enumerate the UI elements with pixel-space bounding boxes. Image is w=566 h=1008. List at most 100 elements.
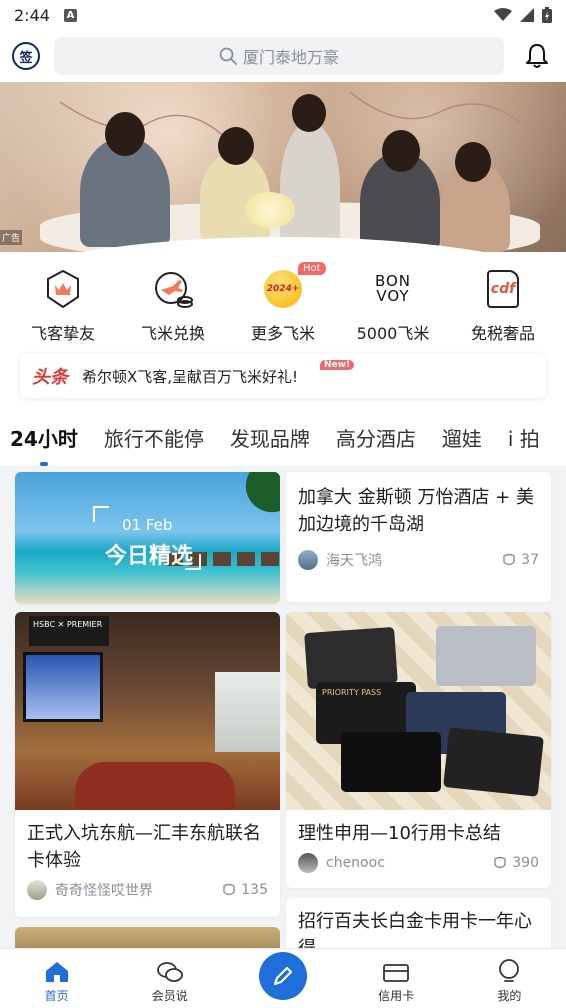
tab-hotels[interactable]: 高分酒店 xyxy=(336,423,416,452)
like-icon xyxy=(494,856,506,869)
nav-profile[interactable]: 我的 xyxy=(464,958,554,1004)
feed-card-daily-pick[interactable]: 01 Feb 今日精选 xyxy=(15,472,280,604)
pen-icon xyxy=(273,966,293,986)
status-bar: 2:44 A xyxy=(0,0,566,30)
card-img-4 xyxy=(341,732,441,792)
search-box[interactable]: 厦门泰地万豪 xyxy=(54,37,504,75)
like-icon xyxy=(503,553,515,566)
nav-label: 信用卡 xyxy=(378,989,415,1003)
status-time: 2:44 xyxy=(14,5,50,25)
profile-icon xyxy=(499,959,520,982)
card-img-2 xyxy=(436,626,536,686)
shortcut-row: 飞客挚友 飞米兑换 2024+ Hot 更多飞米 BON VOY 5000飞米 … xyxy=(0,252,566,352)
likes[interactable]: 390 xyxy=(492,855,539,871)
shortcut-more-miles[interactable]: 2024+ Hot 更多飞米 xyxy=(228,252,338,352)
headline-section: 头条 希尔顿X飞客,呈献百万飞米好礼! New! xyxy=(0,352,566,408)
new-badge: New! xyxy=(320,360,355,370)
search-placeholder: 厦门泰地万豪 xyxy=(242,48,339,67)
shortcut-miles-exchange[interactable]: 飞米兑换 xyxy=(118,252,228,352)
logo-char: 签 xyxy=(19,50,33,66)
cdf-text: cdf xyxy=(487,270,519,308)
bottom-nav: 首页 会员说 信用卡 我的 xyxy=(0,948,566,1008)
headline-bar[interactable]: 头条 希尔顿X飞客,呈献百万飞米好礼! New! xyxy=(20,354,546,398)
person-3-head xyxy=(292,94,326,132)
card-title: 正式入坑东航—汇丰东航联名卡体验 xyxy=(27,823,261,871)
headline-tag: 头条 xyxy=(32,367,68,388)
feed-card-cmb[interactable]: 招行百夫长白金卡用卡一年心得 xyxy=(286,898,551,948)
coin-2024: 2024+ xyxy=(264,270,302,308)
battery-icon xyxy=(542,7,552,23)
person-5-head xyxy=(455,142,491,182)
partial-image xyxy=(15,927,280,948)
card-meta: 奇奇怪怪哎世界 135 xyxy=(15,880,280,900)
tab-travel[interactable]: 旅行不能停 xyxy=(104,423,204,452)
author-name[interactable]: chenooc xyxy=(326,855,385,871)
shortcut-label: 免税奢品 xyxy=(470,324,535,343)
nav-credit-card[interactable]: 信用卡 xyxy=(351,962,441,1004)
likes[interactable]: 135 xyxy=(221,882,268,898)
nav-member-talk[interactable]: 会员说 xyxy=(125,960,215,1004)
search-icon xyxy=(219,47,237,65)
author-name[interactable]: 海天飞鸿 xyxy=(326,550,382,570)
feed-card-partial[interactable] xyxy=(15,927,280,948)
checkin-logo-icon[interactable]: 签 xyxy=(12,42,40,70)
tab-kids[interactable]: 遛娃 xyxy=(442,423,482,452)
shortcut-duty-free[interactable]: cdf 免税奢品 xyxy=(448,252,558,352)
person-3 xyxy=(280,122,340,252)
image-title: 今日精选 xyxy=(105,544,194,569)
cdf-logo: cdf xyxy=(482,268,524,310)
hot-badge: Hot xyxy=(298,262,326,275)
top-bar: 签 厦门泰地万豪 xyxy=(0,30,566,82)
tab-photo[interactable]: i 拍 xyxy=(508,423,540,452)
card-title: 加拿大 金斯顿 万怡酒店 + 美加边境的千岛湖 xyxy=(298,487,534,535)
signal-icon xyxy=(520,8,534,22)
headline-text: 希尔顿X飞客,呈献百万飞米好礼! xyxy=(82,367,299,386)
chat-bubbles-icon xyxy=(156,962,183,982)
shortcut-label: 更多飞米 xyxy=(250,324,315,343)
likes[interactable]: 37 xyxy=(501,552,539,568)
tab-24h[interactable]: 24小时 xyxy=(10,423,78,466)
shortcut-label: 飞米兑换 xyxy=(140,324,205,343)
card-title: 招行百夫长白金卡用卡一年心得 xyxy=(298,911,532,948)
wifi-icon xyxy=(494,8,512,21)
author-name[interactable]: 奇奇怪怪哎世界 xyxy=(55,880,153,900)
avatar[interactable] xyxy=(298,550,318,570)
lounge-tv xyxy=(23,652,103,722)
shortcut-bonvoy[interactable]: BON VOY 5000飞米 xyxy=(338,252,448,352)
nav-post[interactable] xyxy=(238,952,328,1004)
image-date: 01 Feb xyxy=(122,516,173,534)
feed-card-hsbc[interactable]: HSBC ✕ PREMIER 正式入坑东航—汇丰东航联名卡体验 奇奇怪怪哎世界 … xyxy=(15,612,280,917)
bell-button[interactable] xyxy=(522,41,552,71)
feed-card-credit-cards[interactable]: PRIORITY PASS 理性申用—10行用卡总结 chenooc 390 xyxy=(286,612,551,888)
nav-home[interactable]: 首页 xyxy=(12,960,102,1004)
card-img-1 xyxy=(304,626,398,690)
lounge-image: HSBC ✕ PREMIER xyxy=(15,612,280,810)
shortcut-feike-friends[interactable]: 飞客挚友 xyxy=(8,252,118,352)
card-meta: 海天飞鸿 37 xyxy=(286,550,551,570)
credit-cards-image: PRIORITY PASS xyxy=(286,612,551,810)
card-title: 理性申用—10行用卡总结 xyxy=(298,823,501,844)
tab-brands[interactable]: 发现品牌 xyxy=(230,423,310,452)
card-img-5 xyxy=(443,727,544,797)
avatar[interactable] xyxy=(298,853,318,873)
ad-banner[interactable]: 广告 xyxy=(0,82,566,252)
category-tabs: 24小时 旅行不能停 发现品牌 高分酒店 遛娃 i 拍 xyxy=(0,408,566,466)
flowers xyxy=(245,192,295,228)
shortcut-label: 飞客挚友 xyxy=(30,324,95,343)
like-count: 135 xyxy=(241,882,268,898)
bell-icon xyxy=(526,44,548,68)
bonvoy-logo-line2: VOY xyxy=(376,287,410,305)
post-fab-button[interactable] xyxy=(258,952,307,1000)
feed-card-kingston[interactable]: 加拿大 金斯顿 万怡酒店 + 美加边境的千岛湖 海天飞鸿 37 xyxy=(286,472,551,602)
shortcut-label: 5000飞米 xyxy=(356,324,430,343)
beach-image: 01 Feb 今日精选 xyxy=(15,472,280,604)
like-count: 37 xyxy=(521,552,539,568)
status-icons xyxy=(494,7,552,23)
card-meta: chenooc 390 xyxy=(286,853,551,873)
lounge-chair xyxy=(75,762,235,810)
person-1-head xyxy=(105,112,145,156)
ad-label: 广告 xyxy=(0,230,23,245)
person-4-head xyxy=(382,130,420,172)
avatar[interactable] xyxy=(27,880,47,900)
bonvoy-logo: BON VOY xyxy=(372,268,414,310)
